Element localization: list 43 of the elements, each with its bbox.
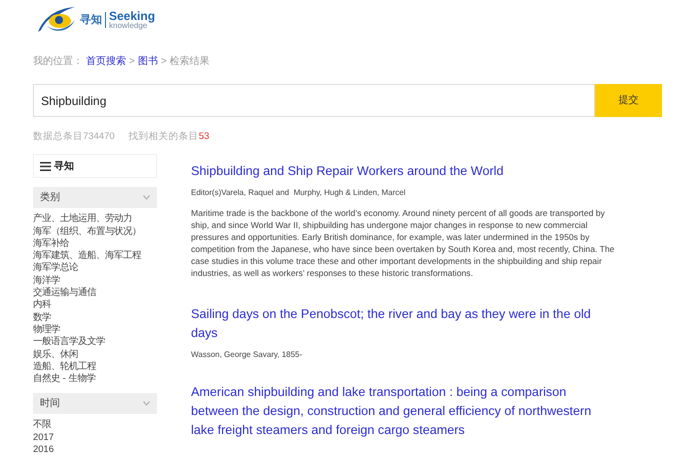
breadcrumb-separator: > [160,55,167,69]
logo-text: Seeking [109,10,156,22]
breadcrumb-separator: > [129,55,135,69]
filter-option[interactable]: 交通运输与通信 [33,286,157,298]
logo-text: 寻知 [80,12,106,28]
result-abstract: Maritime trade is the backbone of the world’s economy. Around ninety percent of all goods are transported by ship, and since World War II, shipbuilding has undergone major changes in response to new commercial pressures and opportunities. Early British dominance, for example, was later undermined in the 1950s by competition from the Japanese, who have since been overtaken by South Korea and, most recently, China. The case studies in this volume trace these and other important developments in the shipbuilding and ship repair industries, as well as workers’ responses to these historic transformations. [191,207,616,280]
result-authors: Editor(s)Varela, Raquel and Murphy, Hugh & Linden, Marcel [191,187,406,200]
result-authors: Wasson, George Savary, 1855- [191,349,304,362]
filter-option[interactable]: 海洋学 [33,274,157,286]
filter-option[interactable]: 2017 [33,430,157,443]
filter-option[interactable]: 不限 [33,418,157,431]
sidebar-title: 寻知 [54,160,74,174]
filter-option[interactable]: 自然史 - 生物学 [33,372,157,384]
filter-option[interactable]: 海军（组织、布置与状况） [33,224,157,237]
breadcrumb-link[interactable]: 图书 [138,54,158,69]
filter-option[interactable]: 数学 [33,310,157,323]
breadcrumb-current: 检索结果 [170,54,210,69]
filter-header[interactable]: 时间 [33,393,157,414]
chevron-down-icon [143,401,150,406]
result-title[interactable]: American shipbuilding and lake transportation : being a comparison between the design, construction and general efficiency of northwestern lake freight steamers and foreign cargo steamers [191,383,616,440]
filter-option[interactable]: 造船、轮机工程 [33,360,157,372]
filter-option[interactable]: 娱乐、休闲 [33,348,157,360]
filter-option[interactable]: 2016 [33,443,157,456]
total-count: 数据总条目734470 [33,130,115,144]
filter-option[interactable]: 产业、土地运用、劳动力 [33,212,157,225]
chevron-down-icon [143,195,150,200]
filter-header[interactable]: 类别 [33,187,157,208]
menu-icon[interactable] [40,162,51,171]
found-count: 找到相关的条目 53 [128,130,210,144]
filter-option[interactable]: 海军补给 [33,236,157,250]
eye-logo-icon [37,6,77,34]
filter-option[interactable]: 内科 [33,298,157,311]
result-title[interactable]: Sailing days on the Penobscot; the river and bay as they were in the old days [191,305,616,344]
result-title[interactable]: Shipbuilding and Ship Repair Workers around the World [191,162,616,182]
filter-option[interactable]: 海军学总论 [33,261,157,274]
submit-button[interactable]: 提交 [595,84,662,117]
logo-subtitle: knowledge [109,22,148,30]
filter-option[interactable]: 一般语言学及文学 [33,335,157,348]
breadcrumb-label: 我的位置： [33,54,83,69]
search-field[interactable]: Shipbuilding [33,84,595,117]
breadcrumb-link[interactable]: 首页搜索 [86,54,126,69]
filter-option[interactable]: 物理学 [33,322,157,336]
filter-option[interactable]: 海军建筑、造船、海军工程 [33,249,157,262]
